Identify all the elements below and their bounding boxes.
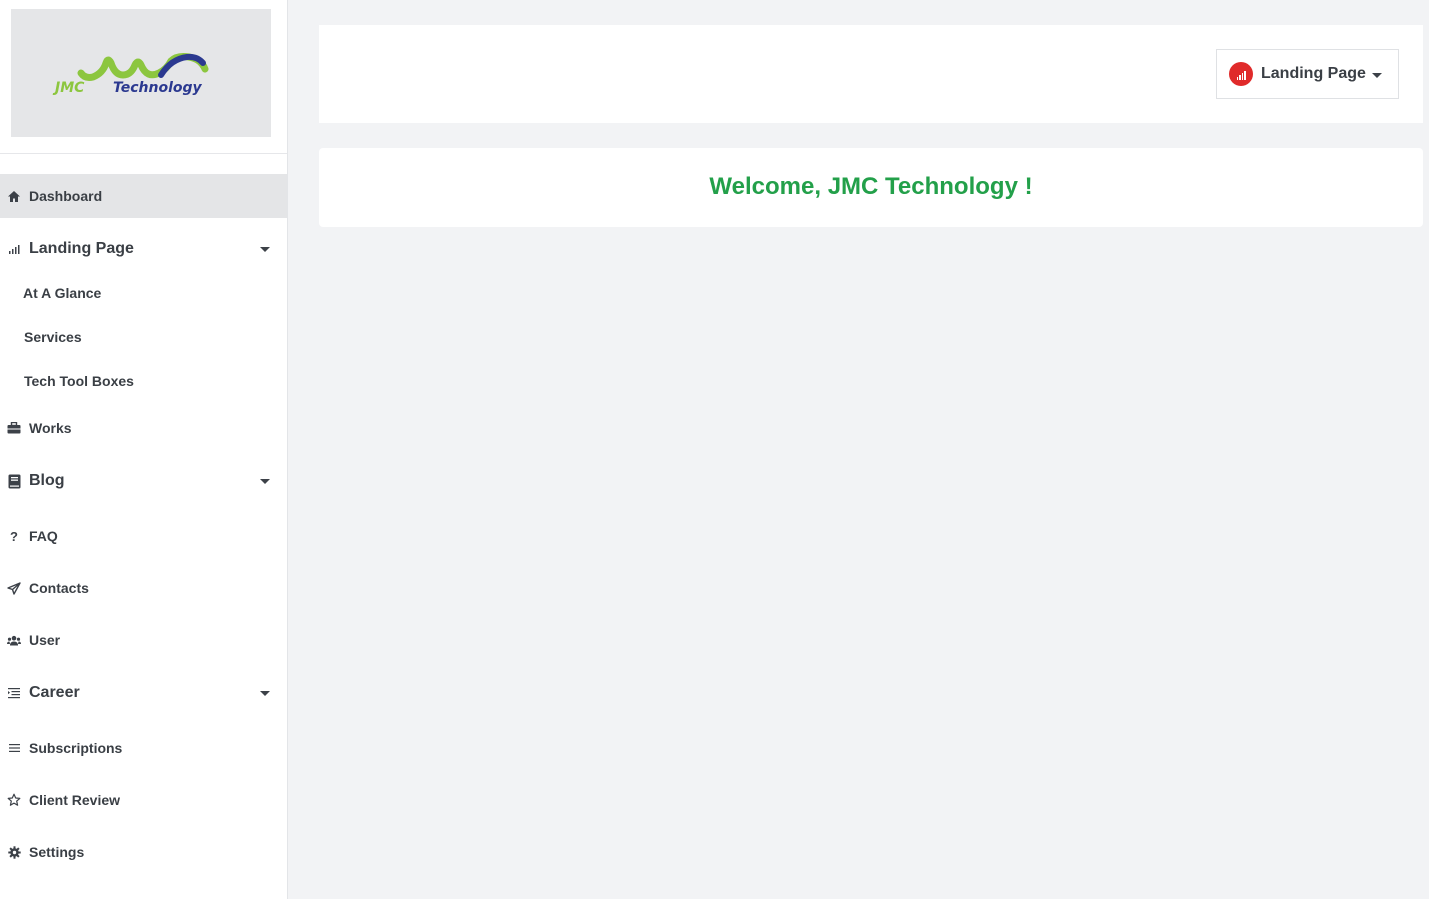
jmc-logo-mark: JMC Technology [52,53,209,96]
sidebar-item-faq[interactable]: ? FAQ [0,522,287,550]
sidebar-item-subscriptions[interactable]: Subscriptions [0,734,287,762]
sidebar-item-user[interactable]: User [0,626,287,654]
sidebar-item-label: Landing Page [29,240,134,257]
logo[interactable]: JMC Technology [11,9,271,137]
sidebar-item-works[interactable]: Works [0,414,287,442]
sidebar-subitem-at-a-glance[interactable]: At A Glance [23,285,101,301]
dropdown-label: Landing Page [1261,65,1366,82]
welcome-message: Welcome, JMC Technology ! [709,172,1033,200]
sidebar-subitem-tech-tool-boxes[interactable]: Tech Tool Boxes [24,373,134,389]
divider [0,153,287,154]
signal-bars-icon [7,242,21,256]
gear-icon [7,845,21,859]
sidebar-item-label: Contacts [29,580,89,596]
sidebar-item-label: FAQ [29,528,58,544]
list-indent-icon [7,686,21,700]
list-icon [7,741,21,755]
sidebar-item-settings[interactable]: Settings [0,838,287,866]
sidebar-item-landing-page[interactable]: Landing Page [0,230,287,268]
sidebar-item-client-review[interactable]: Client Review [0,786,287,814]
sidebar-item-label: Subscriptions [29,740,123,756]
question-icon: ? [10,528,18,544]
sidebar-item-label: Settings [29,844,85,860]
logo-text-jmc: JMC [52,80,85,96]
landing-page-dropdown[interactable]: Landing Page [1216,49,1399,99]
users-icon [7,633,21,647]
top-bar: Landing Page [319,25,1423,123]
sidebar-item-dashboard[interactable]: Dashboard [0,174,287,218]
chevron-down-icon [260,247,270,252]
sidebar-item-label: User [29,632,61,648]
sidebar: JMC Technology Dashboard Landing Page At… [0,0,288,899]
sidebar-item-label: Client Review [29,792,121,808]
signal-bars-icon [1229,62,1253,86]
logo-text-technology: Technology [113,80,203,96]
chevron-down-icon [260,691,270,696]
book-icon [7,474,21,488]
sidebar-item-blog[interactable]: Blog [0,462,287,500]
sidebar-item-label: Blog [29,472,65,489]
home-icon [7,189,21,203]
sidebar-subitem-services[interactable]: Services [24,329,82,345]
welcome-card: Welcome, JMC Technology ! [319,148,1423,227]
sidebar-item-label: Dashboard [29,188,103,204]
chevron-down-icon [260,479,270,484]
sidebar-item-label: Career [29,684,80,701]
sidebar-item-contacts[interactable]: Contacts [0,574,287,602]
sidebar-item-career[interactable]: Career [0,674,287,712]
chevron-down-icon [1371,72,1382,78]
sidebar-item-label: Works [29,420,72,436]
paper-plane-icon [7,581,21,595]
briefcase-icon [7,421,21,435]
star-outline-icon [7,793,21,807]
